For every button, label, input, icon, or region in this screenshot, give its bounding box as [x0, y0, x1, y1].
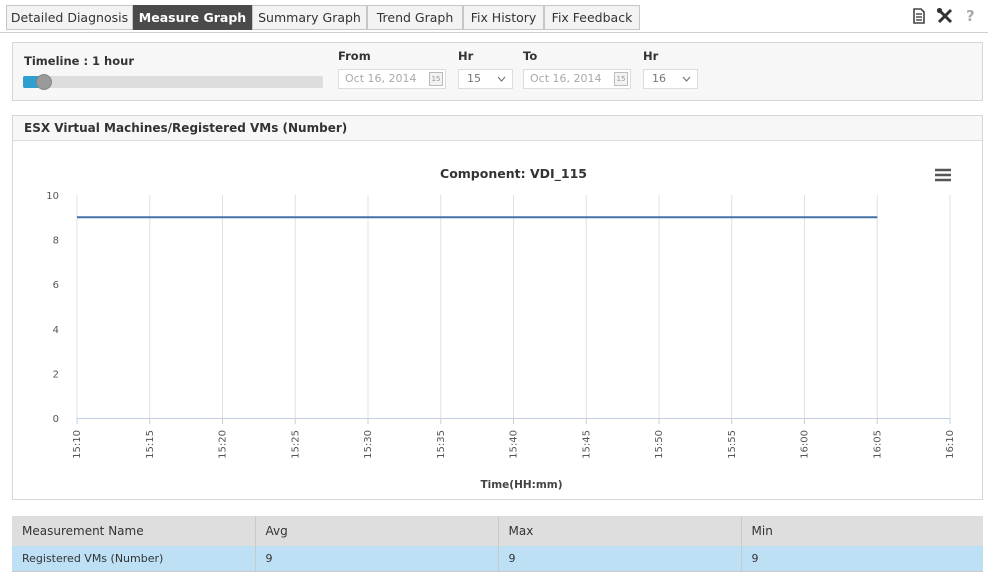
x-tick-label: 15:10	[72, 430, 83, 459]
tab-bar: Detailed Diagnosis Measure Graph Summary…	[0, 0, 988, 33]
tools-icon[interactable]	[935, 6, 955, 26]
x-axis-title: Time(HH:mm)	[480, 479, 562, 491]
chart-panel: ESX Virtual Machines/Registered VMs (Num…	[12, 115, 983, 500]
measurement-table: Measurement Name Avg Max Min Registered …	[12, 516, 983, 572]
tab-detailed-diagnosis[interactable]: Detailed Diagnosis	[6, 5, 133, 30]
x-tick-label: 15:25	[290, 430, 301, 459]
timeline-label: Timeline : 1 hour	[24, 54, 134, 68]
from-date-input[interactable]: Oct 16, 2014 15	[338, 69, 446, 89]
x-tick-label: 16:05	[872, 430, 883, 459]
to-hour-value: 16	[652, 72, 666, 85]
chevron-down-icon	[682, 76, 691, 82]
chart-panel-header: ESX Virtual Machines/Registered VMs (Num…	[13, 116, 982, 141]
col-header-measurement-name[interactable]: Measurement Name	[12, 516, 256, 546]
calendar-icon[interactable]: 15	[614, 72, 628, 86]
timeline-slider-handle[interactable]	[36, 74, 52, 90]
tab-measure-graph[interactable]: Measure Graph	[133, 5, 252, 30]
to-hr-label: Hr	[643, 49, 659, 63]
line-chart: Component: VDI_115 0 2 4 6 8 10 15:10 15:15 15:20…	[46, 166, 956, 491]
x-tick-label: 15:30	[363, 430, 374, 459]
col-header-max[interactable]: Max	[498, 516, 742, 546]
x-tick-label: 16:00	[800, 430, 811, 459]
cell-max: 9	[498, 546, 742, 572]
to-date-value: Oct 16, 2014	[530, 72, 602, 85]
x-tick-label: 15:50	[654, 430, 665, 459]
to-label: To	[523, 49, 538, 63]
to-hour-select[interactable]: 16	[643, 69, 698, 89]
tab-trend-graph[interactable]: Trend Graph	[367, 5, 463, 30]
cell-avg: 9	[255, 546, 499, 572]
from-hr-label: Hr	[458, 49, 474, 63]
y-tick-label: 10	[46, 191, 59, 202]
y-tick-label: 2	[53, 369, 59, 380]
tab-fix-feedback[interactable]: Fix Feedback	[544, 5, 640, 30]
chevron-down-icon	[497, 76, 506, 82]
timeline-slider-track[interactable]	[23, 76, 323, 88]
chart-menu-button[interactable]	[932, 165, 954, 185]
help-icon[interactable]: ?	[966, 7, 986, 27]
chart-title: Component: VDI_115	[440, 166, 587, 182]
document-icon[interactable]	[909, 6, 929, 26]
hamburger-menu-icon	[935, 168, 951, 182]
from-hour-value: 15	[467, 72, 481, 85]
chart-panel-title: ESX Virtual Machines/Registered VMs (Num…	[24, 121, 348, 135]
from-hour-select[interactable]: 15	[458, 69, 513, 89]
y-tick-label: 0	[53, 414, 59, 425]
from-date-value: Oct 16, 2014	[345, 72, 417, 85]
y-tick-label: 6	[53, 280, 59, 291]
table-row[interactable]: Registered VMs (Number) 9 9 9	[12, 546, 983, 572]
x-tick-label: 15:35	[436, 430, 447, 459]
cell-min: 9	[741, 546, 983, 572]
col-header-avg[interactable]: Avg	[255, 516, 499, 546]
x-tick-label: 16:10	[945, 430, 956, 459]
tab-summary-graph[interactable]: Summary Graph	[252, 5, 367, 30]
x-tick-label: 15:20	[218, 430, 229, 459]
from-label: From	[338, 49, 371, 63]
table-header-row: Measurement Name Avg Max Min	[12, 516, 983, 546]
x-tick-label: 15:15	[145, 430, 156, 459]
x-tick-label: 15:45	[581, 430, 592, 459]
cell-measurement-name: Registered VMs (Number)	[12, 546, 256, 572]
x-tick-label: 15:55	[727, 430, 738, 459]
col-header-min[interactable]: Min	[741, 516, 983, 546]
x-tick-label: 15:40	[509, 430, 520, 459]
y-tick-label: 4	[53, 325, 59, 336]
y-tick-label: 8	[53, 236, 59, 247]
calendar-icon[interactable]: 15	[429, 72, 443, 86]
tab-fix-history[interactable]: Fix History	[463, 5, 544, 30]
to-date-input[interactable]: Oct 16, 2014 15	[523, 69, 631, 89]
